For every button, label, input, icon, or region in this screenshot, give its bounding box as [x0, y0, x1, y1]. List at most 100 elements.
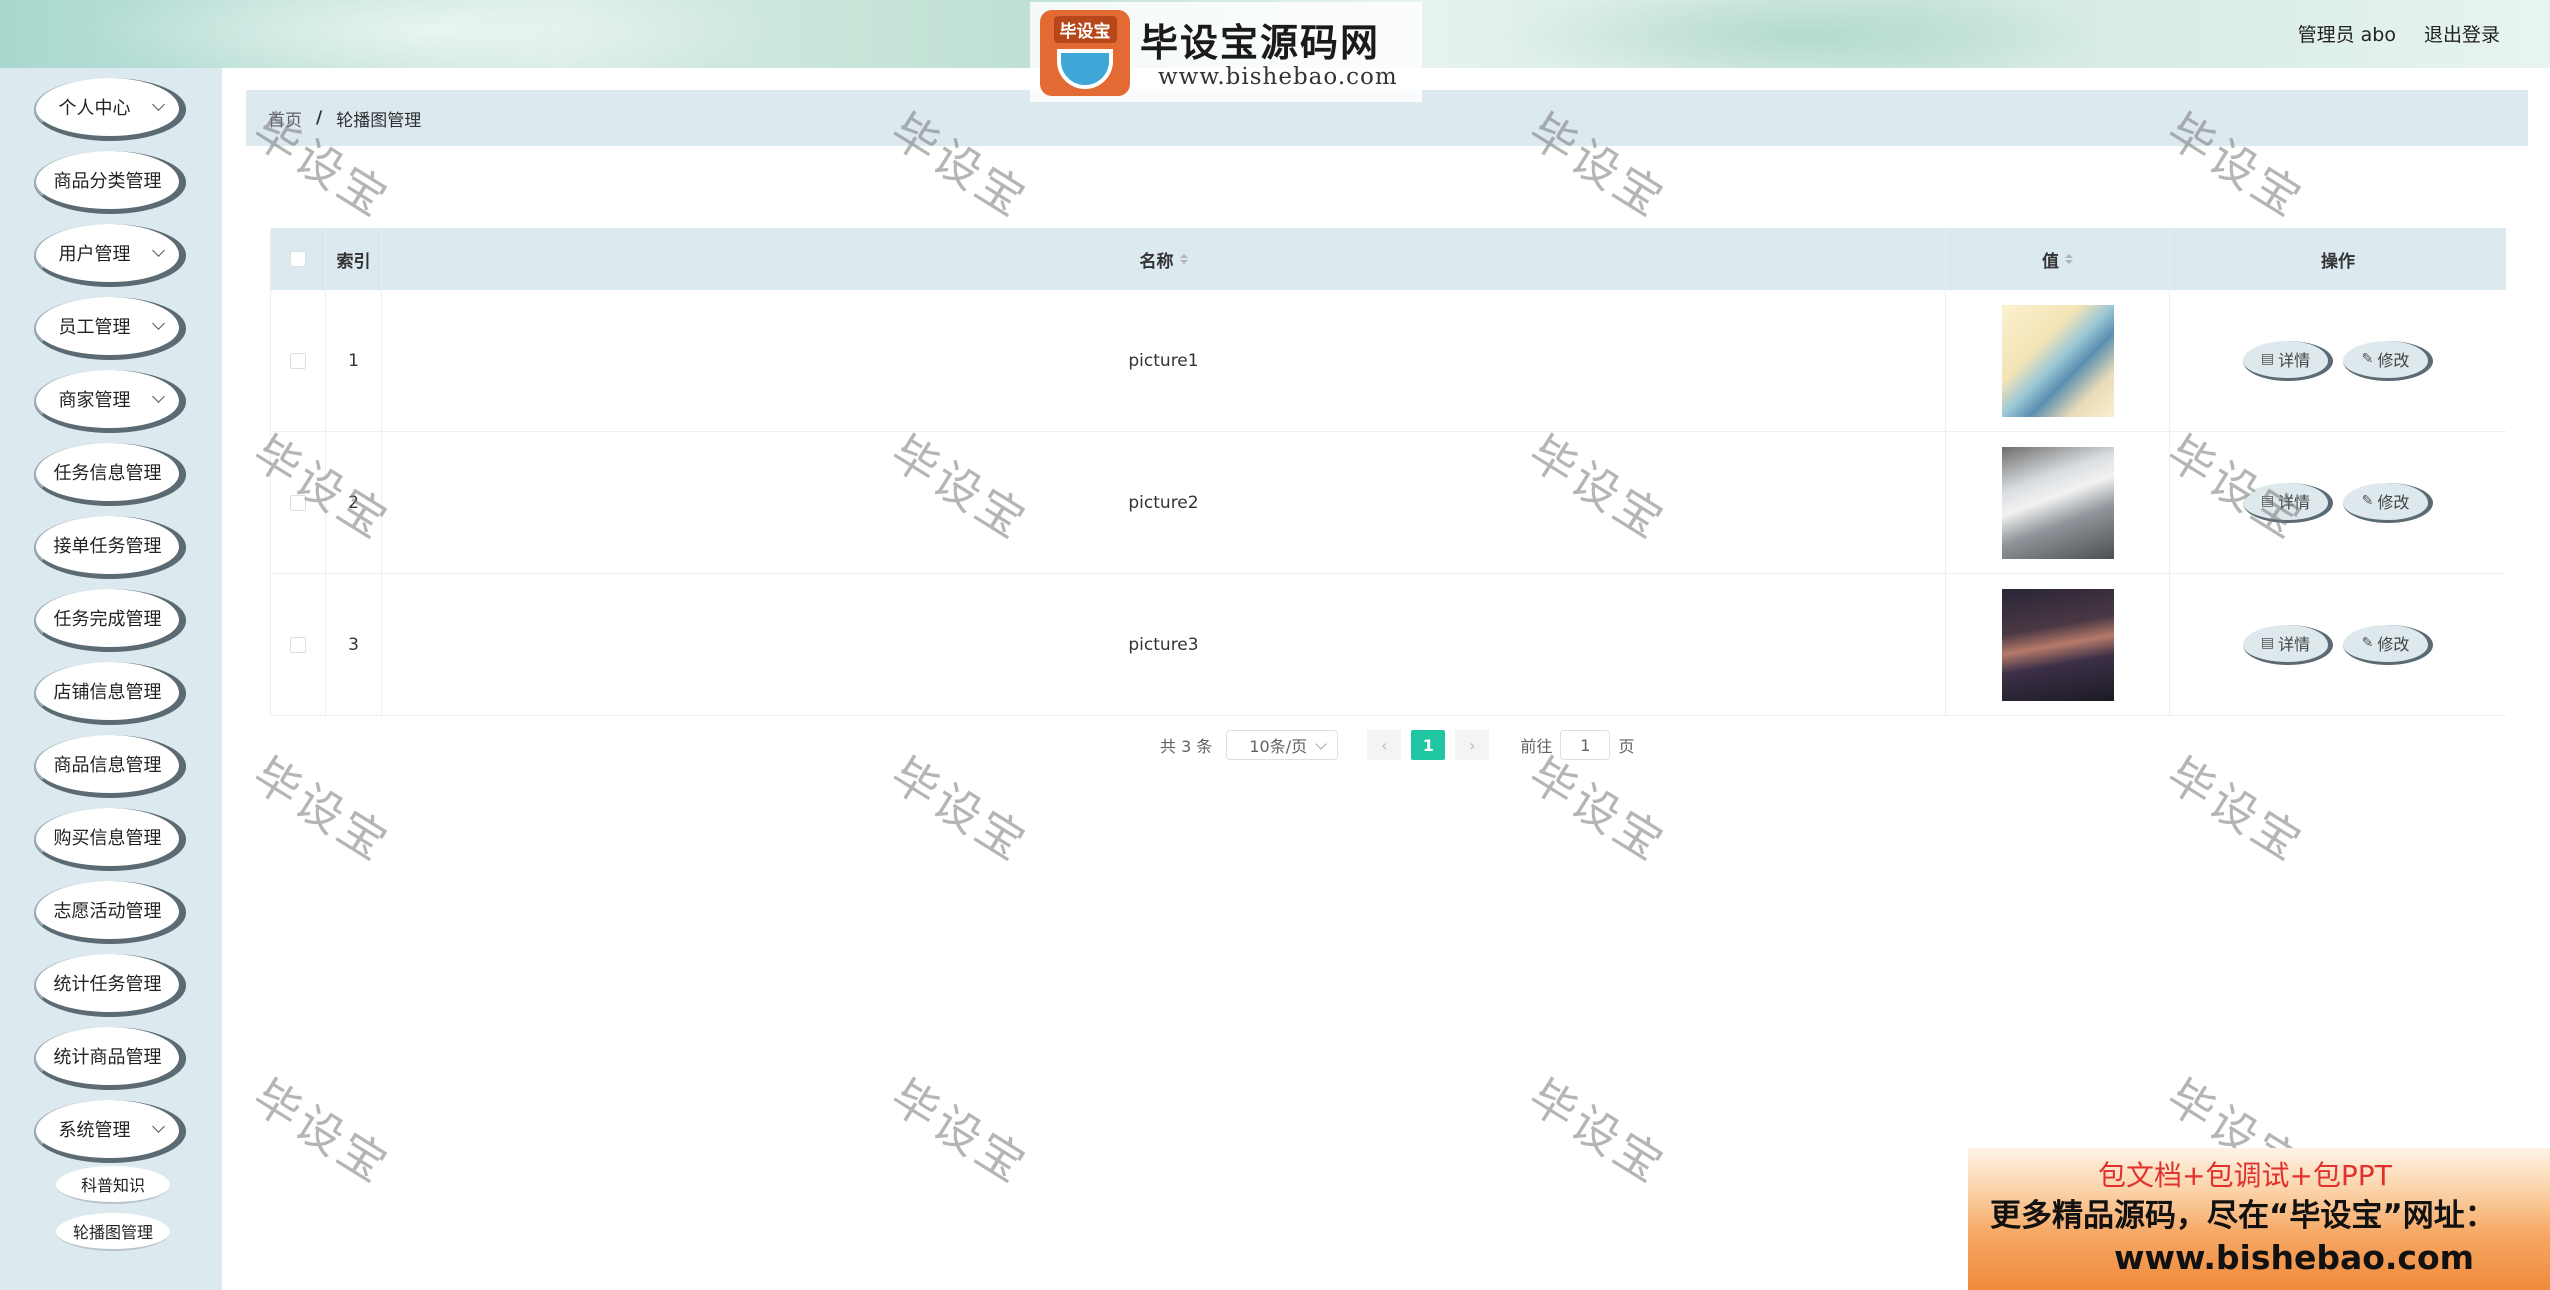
row-index: 3: [326, 574, 382, 715]
promo-line-1: 包文档+包调试+包PPT: [2098, 1159, 2392, 1192]
sidebar-item-task-info[interactable]: 任务信息管理: [34, 443, 186, 505]
watermark: 毕设宝: [881, 1068, 1038, 1195]
edit-icon: ✎: [2361, 635, 2374, 651]
breadcrumb-home-link[interactable]: 首页: [268, 106, 302, 131]
detail-button-label: 详情: [2278, 351, 2311, 370]
watermark: 毕设宝: [881, 746, 1038, 873]
goto-suffix: 页: [1618, 737, 1635, 756]
document-icon: ▤: [2260, 493, 2275, 509]
breadcrumb-current: 轮播图管理: [336, 110, 422, 131]
site-logo: 毕设宝 毕设宝源码网 www.bishebao.com: [1030, 2, 1422, 102]
pagination-total: 共 3 条: [1160, 737, 1213, 756]
sidebar-item-label: 任务信息管理: [53, 463, 162, 484]
detail-button-label: 详情: [2278, 493, 2311, 512]
column-header-value-label: 值: [2042, 251, 2059, 272]
chevron-down-icon: [152, 390, 165, 403]
logout-button[interactable]: 退出登录: [2424, 20, 2500, 47]
next-page-button[interactable]: ›: [1455, 730, 1490, 760]
sidebar-item-merchants[interactable]: 商家管理: [34, 370, 186, 432]
pagination: 共 3 条 10条/页 ‹ 1 › 前往 1 页: [1160, 730, 1634, 760]
sidebar-item-users[interactable]: 用户管理: [34, 224, 186, 286]
document-icon: ▤: [2260, 351, 2275, 367]
page-size-select[interactable]: 10条/页: [1226, 730, 1339, 760]
sidebar-item-stats-product[interactable]: 统计商品管理: [34, 1027, 186, 1089]
edit-icon: ✎: [2361, 351, 2374, 367]
table-header: 索引 名称 值 操作: [270, 228, 2506, 290]
promo-line-3: www.bishebao.com: [2114, 1238, 2475, 1277]
logo-url: www.bishebao.com: [1158, 64, 1398, 90]
sidebar-item-volunteer[interactable]: 志愿活动管理: [34, 881, 186, 943]
sidebar-subitem-label: 科普知识: [80, 1176, 145, 1195]
logo-face-icon: [1057, 49, 1113, 89]
select-all-checkbox[interactable]: [290, 251, 306, 267]
admin-user-label[interactable]: 管理员 abo: [2298, 20, 2396, 47]
header-checkbox-cell: [270, 228, 326, 290]
sidebar-item-staff[interactable]: 员工管理: [34, 297, 186, 359]
column-header-index: 索引: [326, 228, 382, 290]
watermark: 毕设宝: [2157, 746, 2314, 873]
detail-button[interactable]: ▤ 详情: [2243, 482, 2333, 523]
sidebar-item-shop-info[interactable]: 店铺信息管理: [34, 662, 186, 724]
sidebar-item-task-complete[interactable]: 任务完成管理: [34, 589, 186, 651]
sidebar-subitem-label: 轮播图管理: [72, 1223, 153, 1242]
sidebar-item-label: 统计任务管理: [53, 974, 162, 995]
chevron-right-icon: ›: [1469, 735, 1476, 755]
carousel-thumbnail[interactable]: [2001, 588, 2114, 701]
sidebar-item-product-info[interactable]: 商品信息管理: [34, 735, 186, 797]
sidebar-item-label: 任务完成管理: [53, 609, 162, 630]
row-value-cell: [1946, 290, 2170, 431]
row-checkbox[interactable]: [290, 636, 306, 653]
table-row: 1 picture1 ▤ 详情 ✎ 修改: [270, 290, 2506, 432]
goto-page-input[interactable]: 1: [1560, 730, 1611, 760]
breadcrumb-separator: /: [316, 108, 323, 128]
chevron-left-icon: ‹: [1381, 735, 1388, 755]
sort-icon[interactable]: [2065, 254, 2073, 264]
column-header-value[interactable]: 值: [1946, 228, 2170, 290]
sidebar-item-label: 用户管理: [58, 244, 131, 265]
column-header-name[interactable]: 名称: [382, 228, 1946, 290]
sidebar-item-label: 系统管理: [58, 1120, 131, 1141]
row-checkbox[interactable]: [290, 494, 306, 511]
promo-banner[interactable]: 包文档+包调试+包PPT 更多精品源码，尽在“毕设宝”网址： www.bishe…: [1968, 1148, 2550, 1290]
edit-icon: ✎: [2361, 493, 2374, 509]
row-checkbox-cell: [270, 290, 326, 431]
sidebar-item-label: 个人中心: [58, 98, 131, 119]
carousel-thumbnail[interactable]: [2001, 446, 2114, 559]
sidebar-item-label: 商家管理: [58, 390, 131, 411]
edit-button-label: 修改: [2377, 635, 2410, 654]
row-actions: ▤ 详情 ✎ 修改: [2170, 574, 2506, 715]
sidebar-item-label: 接单任务管理: [53, 536, 162, 557]
row-name: picture3: [382, 574, 1946, 715]
edit-button-label: 修改: [2377, 351, 2410, 370]
row-actions: ▤ 详情 ✎ 修改: [2170, 290, 2506, 431]
sidebar-item-personal-center[interactable]: 个人中心: [34, 78, 186, 140]
document-icon: ▤: [2260, 635, 2275, 651]
detail-button[interactable]: ▤ 详情: [2243, 624, 2333, 665]
detail-button-label: 详情: [2278, 635, 2311, 654]
carousel-thumbnail[interactable]: [2001, 304, 2114, 417]
edit-button[interactable]: ✎ 修改: [2343, 340, 2433, 381]
sidebar-item-purchase-info[interactable]: 购买信息管理: [34, 808, 186, 870]
row-value-cell: [1946, 574, 2170, 715]
sidebar-item-label: 商品信息管理: [53, 755, 162, 776]
sidebar-item-category[interactable]: 商品分类管理: [34, 151, 186, 213]
sidebar-item-task-accept[interactable]: 接单任务管理: [34, 516, 186, 578]
row-name: picture2: [382, 432, 1946, 573]
sidebar-item-system[interactable]: 系统管理: [34, 1100, 186, 1162]
sidebar-subitem-knowledge[interactable]: 科普知识: [56, 1166, 170, 1204]
row-index: 2: [326, 432, 382, 573]
prev-page-button[interactable]: ‹: [1367, 730, 1402, 760]
page-number-current[interactable]: 1: [1411, 730, 1446, 760]
row-checkbox[interactable]: [290, 352, 306, 369]
promo-line-2: 更多精品源码，尽在“毕设宝”网址：: [1990, 1198, 2496, 1234]
sidebar-subitem-carousel[interactable]: 轮播图管理: [56, 1213, 170, 1251]
edit-button[interactable]: ✎ 修改: [2343, 482, 2433, 523]
header-user-area: 管理员 abo 退出登录: [2298, 20, 2500, 47]
watermark: 毕设宝: [243, 746, 400, 873]
sidebar-item-stats-task[interactable]: 统计任务管理: [34, 954, 186, 1016]
sort-icon[interactable]: [1179, 254, 1188, 264]
sidebar-item-label: 商品分类管理: [53, 171, 162, 192]
edit-button[interactable]: ✎ 修改: [2343, 624, 2433, 665]
watermark: 毕设宝: [243, 1068, 400, 1195]
detail-button[interactable]: ▤ 详情: [2243, 340, 2333, 381]
